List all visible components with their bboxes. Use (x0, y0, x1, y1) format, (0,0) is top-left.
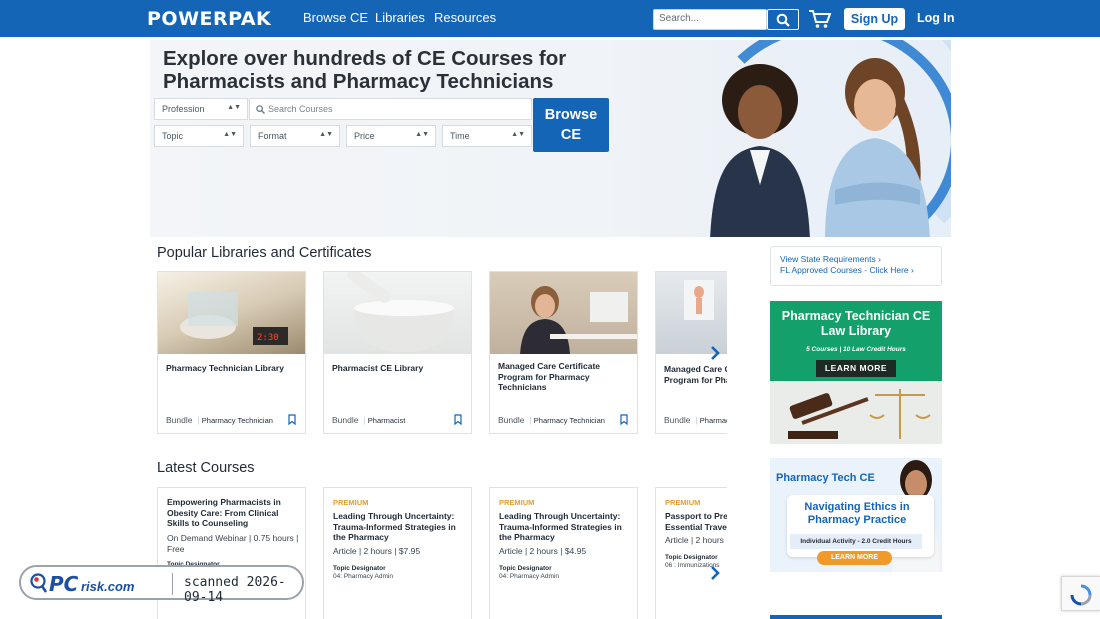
profession-select[interactable]: Profession ▲▼ (154, 98, 248, 120)
ad-learn-more-button[interactable]: LEARN MORE (816, 360, 896, 377)
library-thumb-managed-care-pharmacist (656, 272, 727, 354)
price-select[interactable]: Price ▲▼ (346, 125, 436, 147)
course-title: Empowering Pharmacists in Obesity Care: … (167, 497, 281, 528)
course-search-input[interactable]: Search Courses (249, 98, 532, 120)
watermark-brand-pc: PC (49, 572, 79, 596)
premium-badge: PREMIUM (665, 498, 701, 507)
powerpak-logo[interactable]: POWERPAK (147, 8, 271, 30)
ad-subtitle: Individual Activity - 2.0 Credit Hours (790, 534, 922, 549)
recaptcha-icon (1070, 584, 1092, 606)
ad-subtitle: 5 Courses | 10 Law Credit Hours (806, 346, 906, 353)
caret-icon: ▲▼ (511, 131, 525, 138)
time-select[interactable]: Time ▲▼ (442, 125, 532, 147)
course-meta: Article | 2 hours | $7.95 (333, 546, 421, 556)
library-thumb-pharmacist (324, 272, 471, 354)
caret-icon: ▲▼ (319, 131, 333, 138)
ad-title: Pharmacy Technician CE Law Library (781, 309, 931, 338)
library-title: Managed Care Certificate Program for Pha… (664, 364, 727, 385)
course-card[interactable]: PREMIUM Leading Through Uncertainty: Tra… (489, 487, 638, 619)
header-search-button[interactable] (767, 9, 799, 30)
browse-ce-button[interactable]: Browse CE (533, 98, 609, 152)
topic-designator-label: Topic Designator (665, 554, 718, 561)
caret-icon: ▲▼ (227, 104, 241, 111)
premium-badge: PREMIUM (499, 498, 535, 507)
ad-title: Navigating Ethics in Pharmacy Practice (804, 501, 910, 526)
fl-approved-link[interactable]: FL Approved Courses - Click Here › (780, 265, 932, 276)
course-meta: Article | 2 hours | $4.95 (499, 546, 587, 556)
topic-designator-value: 04: Pharmacy Admin (499, 573, 559, 580)
watermark-divider (172, 573, 173, 595)
latest-next-chevron-right-icon[interactable] (707, 565, 723, 581)
bookmark-icon[interactable] (620, 414, 628, 425)
library-meta: Bundle | Pharmacist (332, 415, 406, 425)
topic-designator-label: Topic Designator (499, 565, 552, 572)
course-card[interactable]: PREMIUM Leading Through Uncertainty: Tra… (323, 487, 472, 619)
watermark-scan-date: scanned 2026-09-14 (184, 575, 286, 605)
library-meta: Bundle | Pharmacist (664, 415, 727, 425)
nav-resources[interactable]: Resources (434, 10, 496, 25)
nav-libraries[interactable]: Libraries (375, 10, 425, 25)
course-meta: Article | 2 hours | $7.95 (665, 535, 727, 545)
caret-icon: ▲▼ (415, 131, 429, 138)
latest-section-title: Latest Courses (157, 460, 255, 476)
nav-browse-ce[interactable]: Browse CE (303, 10, 368, 25)
course-title: Leading Through Uncertainty: Trauma-Info… (333, 511, 456, 542)
libraries-carousel: 2:30 Pharmacy Technician Library Bundle … (157, 271, 727, 435)
format-select[interactable]: Format ▲▼ (250, 125, 340, 147)
library-card[interactable]: Pharmacist CE Library Bundle | Pharmacis… (323, 271, 472, 434)
course-title: Leading Through Uncertainty: Trauma-Info… (499, 511, 622, 542)
ad-learn-more-button[interactable]: LEARN MORE (817, 551, 892, 565)
premium-badge: PREMIUM (333, 498, 369, 507)
svg-text:2:30: 2:30 (257, 333, 279, 343)
libraries-next-chevron-right-icon[interactable] (707, 345, 723, 361)
library-thumb-managed-care-tech (490, 272, 637, 354)
gavel-scale-image (770, 381, 942, 444)
course-card[interactable]: PREMIUM Passport to Preventive Care: Ess… (655, 487, 727, 619)
ad-brand: Pharmacy Tech CE (776, 472, 875, 484)
top-nav: POWERPAK Browse CE Libraries Resources S… (0, 0, 1100, 37)
hero-banner: Explore over hundreds of CE Courses for … (150, 40, 951, 237)
login-link[interactable]: Log In (917, 11, 955, 25)
library-card[interactable]: Managed Care Certificate Program for Pha… (489, 271, 638, 434)
libraries-section-title: Popular Libraries and Certificates (157, 245, 372, 261)
state-requirements-box: View State Requirements › FL Approved Co… (770, 246, 942, 286)
library-title: Pharmacy Technician Library (166, 363, 284, 373)
course-meta: On Demand Webinar | 0.75 hours | Free (167, 533, 299, 554)
signup-button[interactable]: Sign Up (844, 8, 905, 30)
search-icon (776, 13, 790, 27)
caret-icon: ▲▼ (223, 131, 237, 138)
pcrisk-watermark: PC risk.com scanned 2026-09-14 (19, 565, 304, 605)
sidebar-ad-partial (770, 615, 942, 619)
header-search-input[interactable]: Search... (653, 9, 767, 30)
topic-select[interactable]: Topic ▲▼ (154, 125, 244, 147)
topic-designator-value: 04: Pharmacy Admin (333, 573, 393, 580)
course-title: Passport to Preventive Care: Essential T… (665, 511, 727, 532)
hero-pharmacists-image (710, 58, 930, 237)
hero-title: Explore over hundreds of CE Courses for … (163, 47, 567, 93)
library-meta: Bundle | Pharmacy Technician (166, 415, 273, 425)
bookmark-icon[interactable] (454, 414, 462, 425)
library-meta: Bundle | Pharmacy Technician (498, 415, 605, 425)
bookmark-icon[interactable] (288, 414, 296, 425)
navigating-ethics-ad[interactable]: Pharmacy Tech CE Navigating Ethics in Ph… (770, 458, 942, 572)
recaptcha-badge[interactable] (1061, 576, 1100, 611)
state-requirements-link[interactable]: View State Requirements › (780, 254, 932, 265)
search-icon (256, 105, 265, 114)
library-card[interactable]: 2:30 Pharmacy Technician Library Bundle … (157, 271, 306, 434)
cart-icon[interactable] (808, 8, 832, 30)
topic-designator-label: Topic Designator (333, 565, 386, 572)
library-thumb-pharmacy-tech: 2:30 (158, 272, 305, 354)
library-title: Pharmacist CE Library (332, 363, 424, 373)
watermark-brand-risk: risk.com (81, 579, 135, 594)
library-title: Managed Care Certificate Program for Pha… (498, 361, 601, 392)
magnifier-logo-icon (30, 573, 48, 593)
tech-law-library-ad[interactable]: Pharmacy Technician CE Law Library 5 Cou… (770, 301, 942, 444)
